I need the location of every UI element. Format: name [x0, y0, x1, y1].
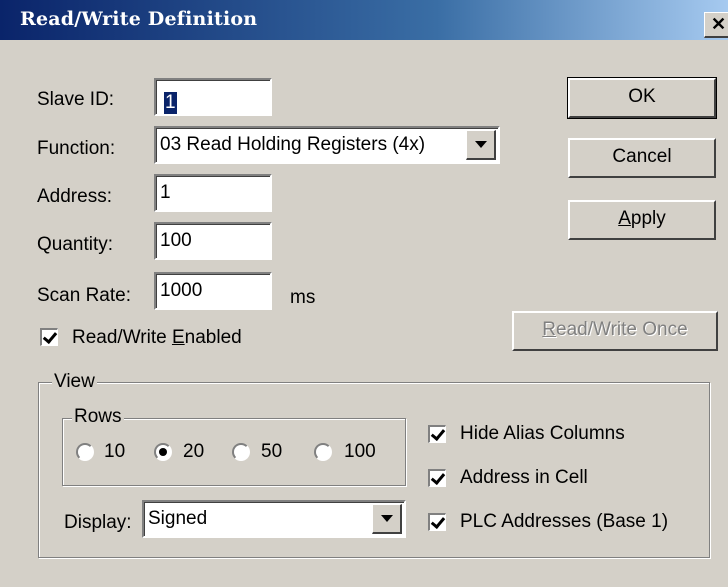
rows-radio-20[interactable]: [154, 443, 172, 461]
display-label: Display:: [64, 512, 132, 533]
quantity-value: 100: [160, 230, 192, 251]
rows-radio-50[interactable]: [232, 443, 250, 461]
hide-alias-checkbox[interactable]: [428, 425, 446, 443]
slave-id-label: Slave ID:: [37, 89, 115, 110]
plc-addresses-label: PLC Addresses (Base 1): [460, 511, 669, 532]
rows-option-100: 100: [344, 441, 376, 462]
chevron-down-icon[interactable]: [372, 504, 402, 534]
chevron-down-icon[interactable]: [466, 130, 496, 160]
rows-option-20: 20: [183, 441, 205, 462]
view-legend: View: [52, 371, 97, 393]
hide-alias-label: Hide Alias Columns: [460, 423, 625, 444]
scan-rate-field[interactable]: 1000: [154, 272, 272, 310]
address-value: 1: [160, 182, 171, 203]
address-label: Address:: [37, 186, 112, 207]
scan-rate-unit: ms: [290, 287, 316, 308]
address-field[interactable]: 1: [154, 174, 272, 212]
address-in-cell-checkbox[interactable]: [428, 469, 446, 487]
rows-option-10: 10: [104, 441, 126, 462]
quantity-field[interactable]: 100: [154, 222, 272, 260]
function-label: Function:: [37, 138, 116, 159]
slave-id-value: 1: [164, 92, 177, 114]
title-bar: Read/Write Definition: [0, 0, 728, 40]
apply-button[interactable]: Apply: [568, 200, 716, 240]
scan-rate-value: 1000: [160, 280, 203, 301]
rows-option-50: 50: [261, 441, 283, 462]
scan-rate-label: Scan Rate:: [37, 285, 131, 306]
read-write-enabled-checkbox[interactable]: [40, 328, 58, 346]
rows-radio-10[interactable]: [76, 443, 94, 461]
window-title: Read/Write Definition: [20, 8, 258, 30]
function-select[interactable]: 03 Read Holding Registers (4x): [154, 126, 500, 164]
close-icon[interactable]: ✕: [704, 12, 728, 38]
ok-button[interactable]: OK: [567, 77, 717, 119]
plc-addresses-checkbox[interactable]: [428, 513, 446, 531]
cancel-button[interactable]: Cancel: [568, 138, 716, 178]
slave-id-field[interactable]: 1: [154, 78, 272, 116]
display-select[interactable]: Signed: [142, 500, 406, 538]
rows-radio-100[interactable]: [314, 443, 332, 461]
read-write-once-button[interactable]: Read/Write Once: [512, 311, 718, 351]
read-write-enabled-label: Read/Write Enabled: [72, 327, 242, 348]
rows-legend: Rows: [72, 406, 124, 428]
quantity-label: Quantity:: [37, 234, 114, 255]
address-in-cell-label: Address in Cell: [460, 467, 588, 488]
function-value: 03 Read Holding Registers (4x): [160, 134, 426, 155]
display-value: Signed: [148, 508, 208, 529]
